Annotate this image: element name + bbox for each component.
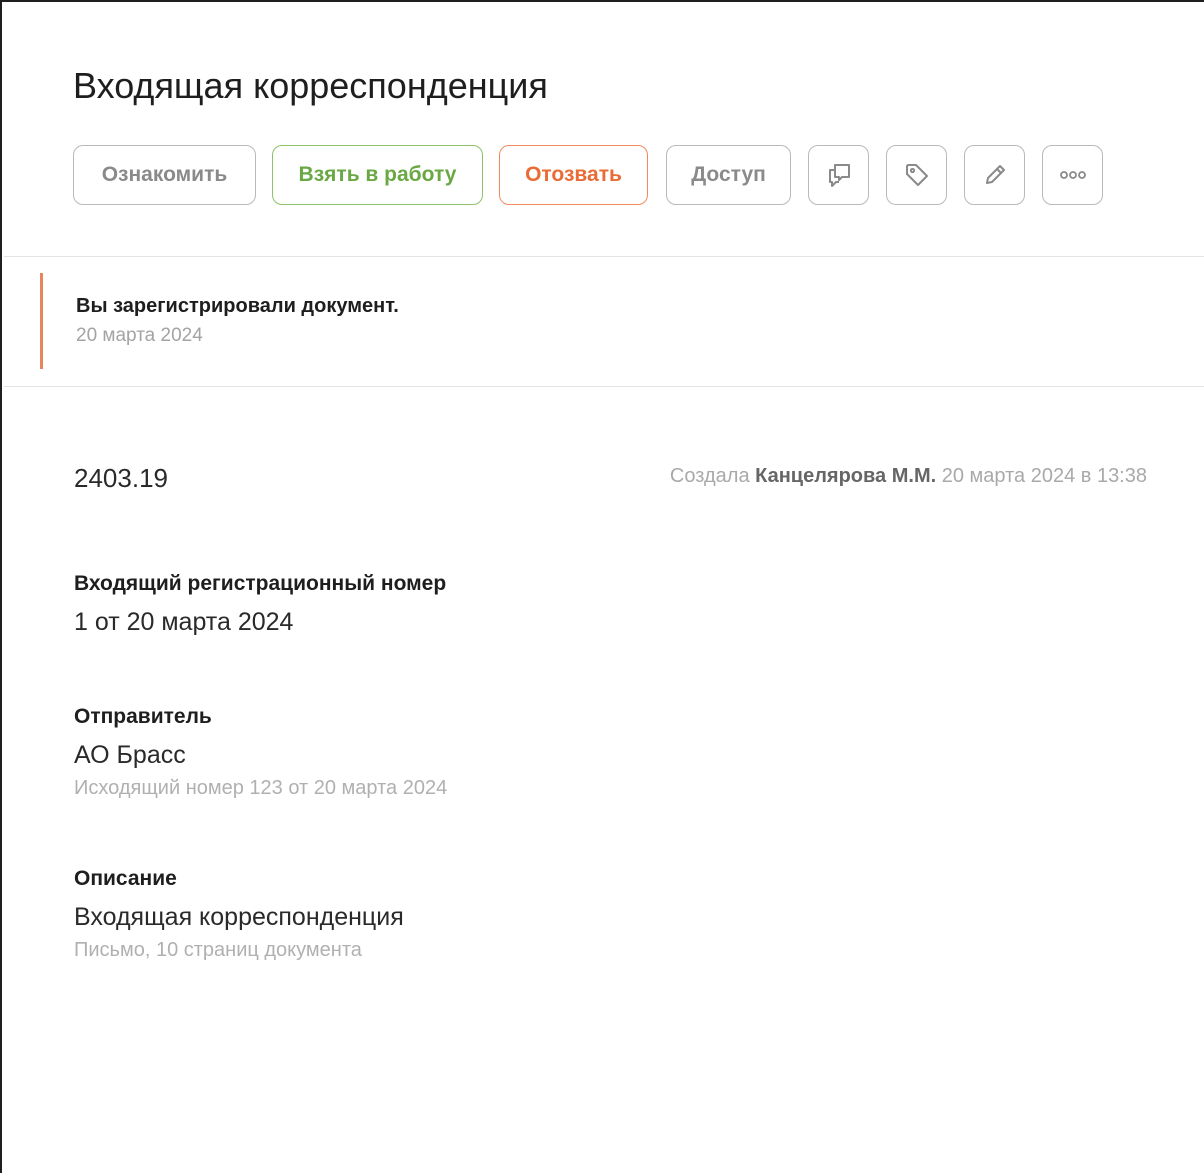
take-to-work-button[interactable]: Взять в работу xyxy=(272,145,483,205)
comments-icon xyxy=(825,161,853,189)
created-date: 20 марта 2024 в 13:38 xyxy=(941,465,1147,487)
edit-button[interactable] xyxy=(964,145,1025,205)
familiarize-button[interactable]: Ознакомить xyxy=(73,145,256,205)
event-date: 20 марта 2024 xyxy=(76,325,203,346)
divider xyxy=(4,256,1204,257)
created-author: Канцелярова М.М. xyxy=(755,465,937,487)
sender-outgoing-number: Исходящий номер 123 от 20 марта 2024 xyxy=(74,777,448,799)
divider xyxy=(4,386,1204,387)
page-title: Входящая корреспонденция xyxy=(73,65,548,106)
sender-value: АО Брасс xyxy=(74,741,186,769)
document-card: Входящая корреспонденция Ознакомить Взят… xyxy=(0,0,1204,1173)
description-value: Входящая корреспонденция xyxy=(74,903,404,931)
sender-label: Отправитель xyxy=(74,705,212,728)
more-button[interactable] xyxy=(1042,145,1103,205)
access-button[interactable]: Доступ xyxy=(666,145,791,205)
document-number: 2403.19 xyxy=(74,463,168,493)
description-label: Описание xyxy=(74,867,177,890)
pencil-icon xyxy=(981,161,1009,189)
created-prefix: Создала xyxy=(669,465,750,487)
created-info: Создала Канцелярова М.М. 20 марта 2024 в… xyxy=(670,465,1147,488)
more-icon xyxy=(1058,169,1088,181)
comments-button[interactable] xyxy=(808,145,869,205)
event-log-item: Вы зарегистрировали документ. 20 марта 2… xyxy=(40,273,399,369)
tag-button[interactable] xyxy=(886,145,947,205)
incoming-reg-label: Входящий регистрационный номер xyxy=(74,572,447,595)
incoming-reg-value: 1 от 20 марта 2024 xyxy=(74,608,294,636)
description-details: Письмо, 10 страниц документа xyxy=(74,939,362,961)
action-toolbar: Ознакомить Взять в работу Отозвать Досту… xyxy=(73,145,1103,205)
event-text: Вы зарегистрировали документ. xyxy=(76,295,399,317)
revoke-button[interactable]: Отозвать xyxy=(499,145,648,205)
tag-icon xyxy=(903,161,931,189)
